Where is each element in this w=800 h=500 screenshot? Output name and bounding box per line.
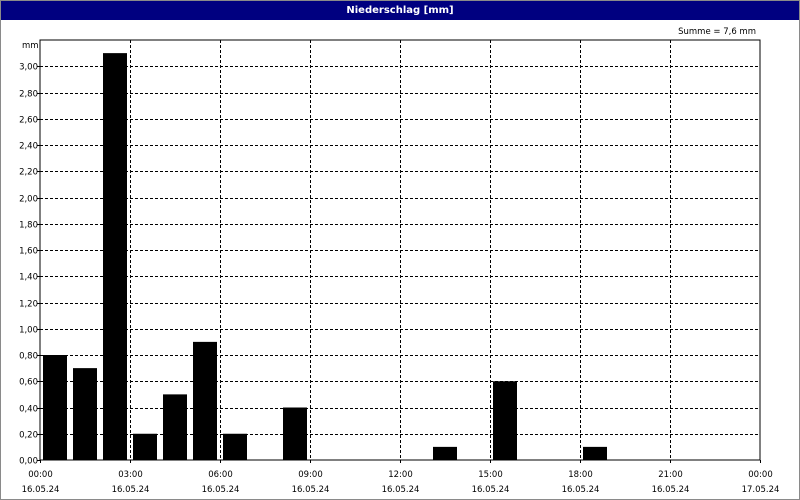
x-tick-time-label: 06:00	[208, 470, 233, 480]
x-tick-date-label: 16.05.24	[112, 485, 150, 495]
x-tick-time-label: 00:00	[748, 470, 773, 480]
y-tick-label: 2,80	[19, 90, 38, 100]
bar-1800	[583, 446, 607, 460]
y-tick-label: 0,60	[19, 378, 38, 388]
y-tick-label: 1,20	[19, 300, 38, 310]
x-tick-time-label: 18:00	[568, 470, 593, 480]
x-tick-date-label: 16.05.24	[472, 485, 510, 495]
bar-0200	[103, 53, 127, 460]
bar-0600	[223, 433, 247, 460]
y-tick-label: 1,40	[19, 273, 38, 283]
x-tick-date-label: 16.05.24	[292, 485, 330, 495]
x-tick-time-label: 21:00	[658, 470, 683, 480]
bar-1500	[493, 381, 517, 460]
grid	[40, 40, 760, 460]
x-tick-date-label: 16.05.24	[22, 485, 60, 495]
bar-0000	[43, 355, 67, 460]
bars	[43, 53, 607, 460]
y-tick-label: 0,40	[19, 405, 38, 415]
y-tick-label: 0,20	[19, 431, 38, 441]
y-tick-label: 0,00	[19, 457, 38, 467]
bar-1300	[433, 446, 457, 460]
y-axis-label: mm	[22, 41, 39, 51]
x-tick-time-label: 03:00	[118, 470, 143, 480]
bar-0100	[73, 368, 97, 460]
x-tick-time-label: 00:00	[28, 470, 53, 480]
y-tick-label: 0,80	[19, 352, 38, 362]
y-tick-label: 3,00	[19, 63, 38, 73]
y-tick-label: 1,00	[19, 326, 38, 336]
x-tick-time-label: 09:00	[298, 470, 323, 480]
bar-0800	[283, 407, 307, 460]
bar-0400	[163, 394, 187, 460]
x-tick-date-label: 16.05.24	[562, 485, 600, 495]
y-tick-label: 1,80	[19, 221, 38, 231]
bar-0300	[133, 433, 157, 460]
y-tick-label: 2,40	[19, 142, 38, 152]
x-tick-date-label: 16.05.24	[652, 485, 690, 495]
bar-0500	[193, 341, 217, 460]
x-tick-date-label: 16.05.24	[382, 485, 420, 495]
x-tick-time-label: 15:00	[478, 470, 503, 480]
x-tick-date-label: 17.05.24	[742, 485, 780, 495]
axis-ticks: 0,00 0,20 0,40 0,60 0,80 1,00 1,20 1,40 1,60 1,80…	[19, 63, 779, 496]
precipitation-chart: 0,00 0,20 0,40 0,60 0,80 1,00 1,20 1,40 1,60 1,80…	[19, 27, 779, 496]
sum-annotation: Summe = 7,6 mm	[678, 27, 756, 37]
y-tick-label: 1,60	[19, 247, 38, 257]
x-tick-time-label: 12:00	[388, 470, 413, 480]
y-tick-label: 2,20	[19, 168, 38, 178]
x-tick-date-label: 16.05.24	[202, 485, 240, 495]
y-tick-label: 2,00	[19, 195, 38, 205]
y-tick-label: 2,60	[19, 116, 38, 126]
